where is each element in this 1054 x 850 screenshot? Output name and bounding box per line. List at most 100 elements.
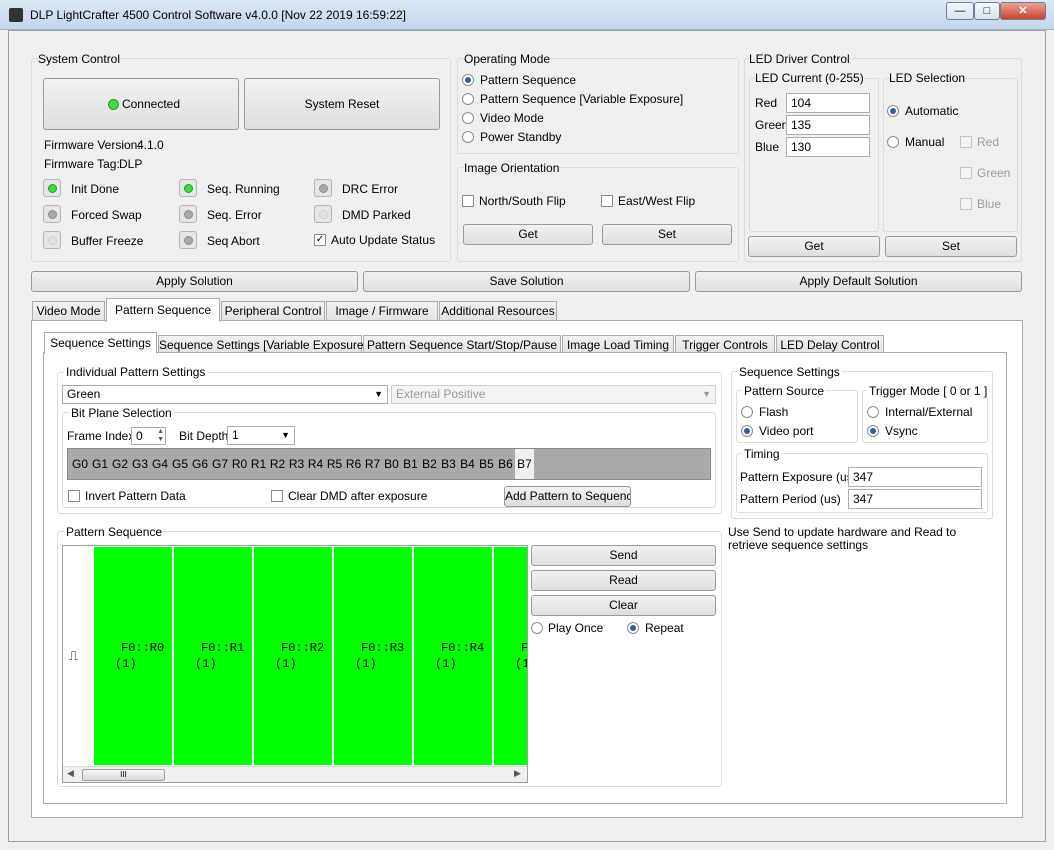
pattern-period-input[interactable]: 347 <box>848 489 982 509</box>
operating-mode-label: Operating Mode <box>464 52 551 66</box>
bit-plane-cell[interactable]: B7 <box>515 449 534 479</box>
bit-plane-cell[interactable]: B5 <box>477 449 496 479</box>
status-label: Seq. Running <box>207 182 280 196</box>
bit-plane-cell[interactable]: R4 <box>306 449 325 479</box>
frame-index-label: Frame Index <box>67 429 135 443</box>
bit-plane-cell[interactable]: G6 <box>190 449 210 479</box>
bit-plane-cell[interactable]: R0 <box>230 449 249 479</box>
subtab-sequence-settings[interactable]: Sequence Settings <box>44 332 157 354</box>
clear-button[interactable]: Clear <box>531 595 716 616</box>
auto-update-checkbox[interactable]: ✓ <box>314 234 326 246</box>
pattern-cell-count: (1) <box>115 657 137 671</box>
ns-flip-label: North/South Flip <box>479 194 566 208</box>
bit-plane-cell[interactable]: R6 <box>344 449 363 479</box>
bit-plane-cell[interactable]: R3 <box>287 449 306 479</box>
led-set-button[interactable]: Set <box>885 236 1017 257</box>
bit-plane-cell[interactable]: B3 <box>439 449 458 479</box>
bit-depth-select[interactable]: 1 ▼ <box>227 426 295 445</box>
horizontal-scrollbar[interactable]: ◀ III ▶ <box>63 766 527 782</box>
led-manual-radio[interactable] <box>887 136 899 148</box>
pattern-cell-name: F0::R4 <box>441 641 485 655</box>
bit-plane-cell[interactable]: B1 <box>401 449 420 479</box>
repeat-radio[interactable] <box>627 622 639 634</box>
pattern-cell[interactable]: F (1 <box>494 547 527 765</box>
minimize-button[interactable]: — <box>946 2 974 20</box>
bit-plane-cell[interactable]: R1 <box>249 449 268 479</box>
pattern-cell[interactable]: F0::R1 (1) <box>174 547 252 765</box>
bit-plane-cell[interactable]: G1 <box>90 449 110 479</box>
led-green-checkbox[interactable] <box>960 167 972 179</box>
play-once-radio[interactable] <box>531 622 543 634</box>
close-button[interactable]: ✕ <box>1000 2 1046 20</box>
scroll-left-icon[interactable]: ◀ <box>67 768 74 779</box>
trigger-select[interactable]: External Positive ▼ <box>391 385 716 404</box>
bit-plane-cell[interactable]: B6 <box>496 449 515 479</box>
op-mode-standby-radio[interactable] <box>462 131 474 143</box>
tab-video-mode[interactable]: Video Mode <box>32 301 105 321</box>
pattern-cell-count: (1) <box>195 657 217 671</box>
ew-flip-checkbox[interactable] <box>601 195 613 207</box>
pattern-exposure-input[interactable]: 347 <box>848 467 982 487</box>
system-reset-button[interactable]: System Reset <box>244 78 440 130</box>
frame-index-spinner[interactable]: 0 ▲ ▼ <box>131 427 166 445</box>
orientation-set-button[interactable]: Set <box>602 224 732 245</box>
pattern-cell[interactable]: F0::R4 (1) <box>414 547 492 765</box>
led-green-input[interactable]: 135 <box>786 115 870 135</box>
trigger-vsync-radio[interactable] <box>867 425 879 437</box>
led-blue-checkbox[interactable] <box>960 198 972 210</box>
tab-pattern-sequence[interactable]: Pattern Sequence <box>106 298 220 322</box>
ew-flip-label: East/West Flip <box>618 194 696 208</box>
apply-default-solution-button[interactable]: Apply Default Solution <box>695 271 1022 292</box>
bit-plane-cell[interactable]: G4 <box>150 449 170 479</box>
led-automatic-radio[interactable] <box>887 105 899 117</box>
bit-plane-cell[interactable]: B4 <box>458 449 477 479</box>
bit-plane-cell[interactable]: G2 <box>110 449 130 479</box>
op-mode-variable-radio[interactable] <box>462 93 474 105</box>
color-select[interactable]: Green ▼ <box>62 385 388 404</box>
connected-button[interactable]: Connected <box>43 78 239 130</box>
pattern-cell[interactable]: F0::R3 (1) <box>334 547 412 765</box>
led-get-button[interactable]: Get <box>748 236 880 257</box>
add-pattern-button[interactable]: Add Pattern to Sequence <box>504 486 631 507</box>
bit-plane-strip: G0 G1 G2 G3 G4 G5 G6 G7 R0 R1 R2 R3 R4 R5 R6 R7 B0 B1 B2 B3… <box>67 448 711 480</box>
bit-plane-cell[interactable]: B0 <box>382 449 401 479</box>
op-mode-video-radio[interactable] <box>462 112 474 124</box>
source-flash-radio[interactable] <box>741 406 753 418</box>
led-blue-input[interactable]: 130 <box>786 137 870 157</box>
clear-dmd-checkbox[interactable] <box>271 490 283 502</box>
maximize-button[interactable]: □ <box>974 2 1000 20</box>
read-button[interactable]: Read <box>531 570 716 591</box>
tab-peripheral-control[interactable]: Peripheral Control <box>221 301 325 321</box>
status-led-icon <box>179 179 197 197</box>
led-red-input[interactable]: 104 <box>786 93 870 113</box>
bit-plane-cell[interactable]: R2 <box>268 449 287 479</box>
invert-pattern-checkbox[interactable] <box>68 490 80 502</box>
apply-solution-button[interactable]: Apply Solution <box>31 271 358 292</box>
tab-additional-resources[interactable]: Additional Resources <box>439 301 557 321</box>
bit-plane-cell[interactable]: G3 <box>130 449 150 479</box>
trigger-internal-radio[interactable] <box>867 406 879 418</box>
bit-plane-cell[interactable]: G5 <box>170 449 190 479</box>
save-solution-button[interactable]: Save Solution <box>363 271 690 292</box>
scroll-right-icon[interactable]: ▶ <box>514 768 521 779</box>
pattern-cell[interactable]: F0::R0(1) <box>94 547 172 765</box>
led-red-checkbox[interactable] <box>960 136 972 148</box>
bit-plane-cell[interactable]: R7 <box>363 449 382 479</box>
pattern-sequence-view[interactable]: ⎍ F0::R0 (1) F0::R1 (1) F0::R2 (1) F0::R3 (1) F0… <box>62 545 528 783</box>
pattern-cell[interactable]: F0::R2 (1) <box>254 547 332 765</box>
op-mode-pattern-radio[interactable] <box>462 74 474 86</box>
bit-plane-cell[interactable]: G7 <box>210 449 230 479</box>
source-video-port-radio[interactable] <box>741 425 753 437</box>
scroll-thumb[interactable]: III <box>82 769 165 781</box>
clear-dmd-label: Clear DMD after exposure <box>288 489 428 503</box>
tab-image-firmware[interactable]: Image / Firmware <box>326 301 438 321</box>
send-button[interactable]: Send <box>531 545 716 566</box>
pattern-cell-name: F0::R0 <box>121 641 165 655</box>
orientation-get-button[interactable]: Get <box>463 224 593 245</box>
ns-flip-checkbox[interactable] <box>462 195 474 207</box>
bit-plane-cell[interactable]: G0 <box>70 449 90 479</box>
spinner-arrows-icon[interactable]: ▲ ▼ <box>157 428 164 444</box>
bit-plane-cell[interactable]: B2 <box>420 449 439 479</box>
bit-plane-cell[interactable]: R5 <box>325 449 344 479</box>
connected-led-icon <box>108 99 119 110</box>
